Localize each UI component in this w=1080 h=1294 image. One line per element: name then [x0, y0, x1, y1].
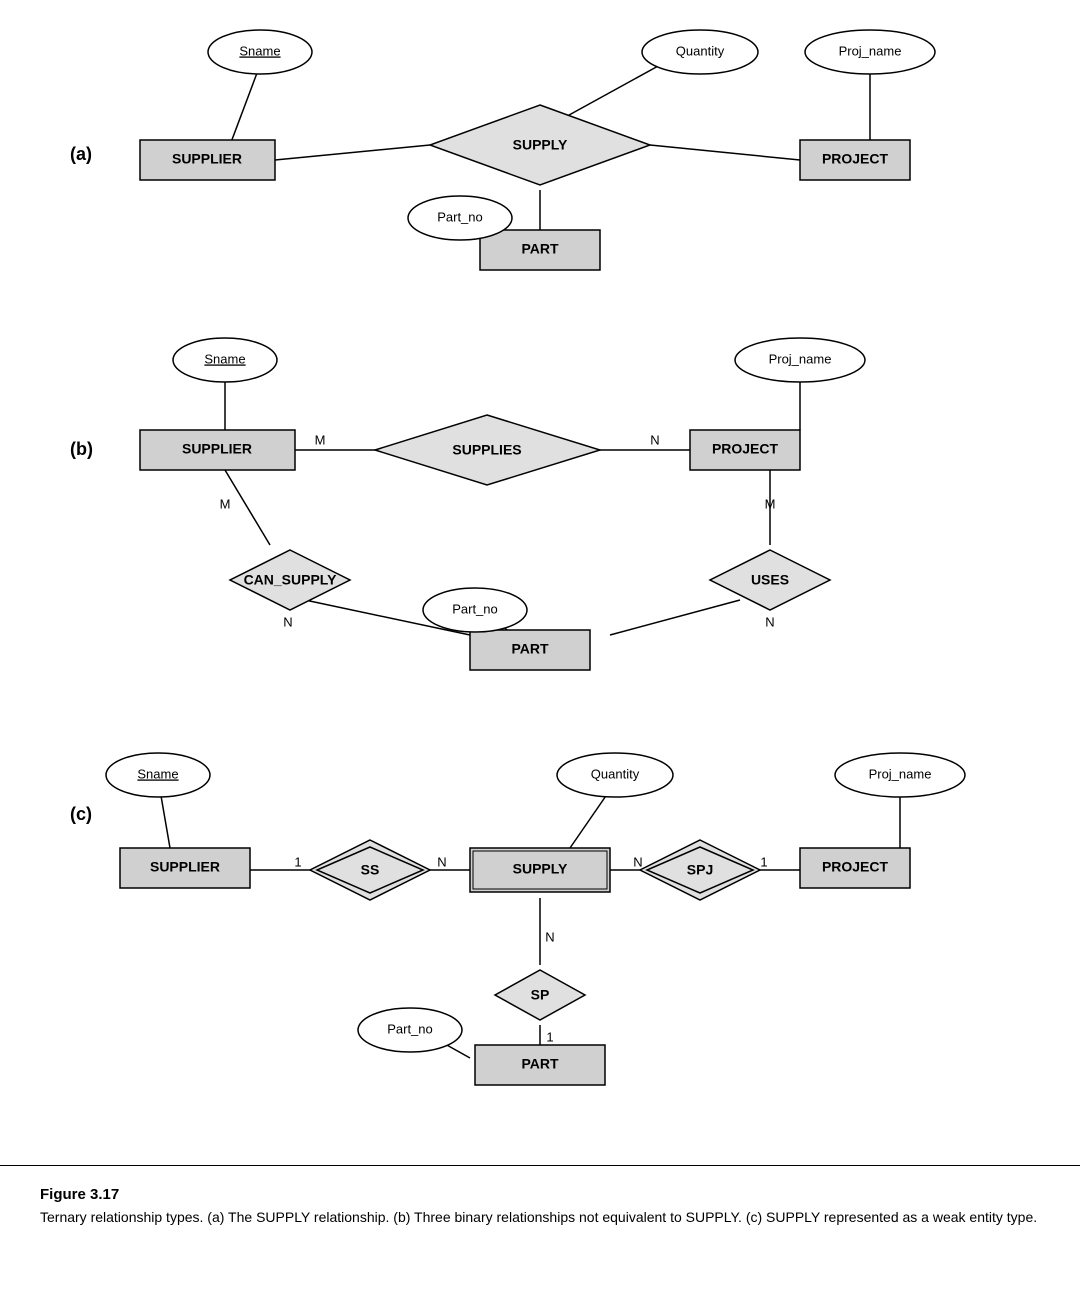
quantity-c-text: Quantity — [591, 766, 640, 781]
diagram-c: (c) SUPPLIER — [40, 730, 1040, 1105]
card-m2: M — [220, 496, 231, 511]
proj-name-c-text: Proj_name — [869, 766, 932, 781]
card-c-nb: N — [633, 854, 642, 869]
ss-text: SS — [361, 862, 380, 878]
card-c-nc: N — [545, 929, 554, 944]
card-c-1c: 1 — [546, 1029, 553, 1044]
sp-text: SP — [531, 987, 550, 1003]
project-c-text: PROJECT — [822, 859, 889, 875]
part-text: PART — [521, 241, 559, 257]
card-n1: N — [650, 432, 659, 447]
figure-title: Figure 3.17 — [40, 1186, 1040, 1203]
card-m3: M — [765, 496, 776, 511]
spj-text: SPJ — [687, 862, 713, 878]
card-n2: N — [283, 614, 292, 629]
supplier-c-text: SUPPLIER — [150, 859, 220, 875]
diagram-b: (b) SUPPLIER SUPPLIES — [40, 315, 1040, 700]
figure-description: Ternary relationship types. (a) The SUPP… — [40, 1207, 1040, 1228]
sname-b-text: Sname — [204, 351, 245, 366]
supplier-text: SUPPLIER — [172, 151, 242, 167]
label-a: (a) — [70, 144, 92, 164]
diagram-a: (a) SUPPLY SUPPLIER PRO — [40, 20, 1040, 285]
sname-c-text: Sname — [137, 766, 178, 781]
proj-name-b-text: Proj_name — [769, 351, 832, 366]
project-b-text: PROJECT — [712, 441, 779, 457]
card-n3: N — [765, 614, 774, 629]
part-b-text: PART — [511, 641, 549, 657]
supplier-b-text: SUPPLIER — [182, 441, 252, 457]
card-m1: M — [315, 432, 326, 447]
project-text: PROJECT — [822, 151, 889, 167]
supply-label: SUPPLY — [513, 137, 568, 153]
figure-caption: Figure 3.17 Ternary relationship types. … — [0, 1165, 1080, 1238]
part-no-b-text: Part_no — [452, 601, 498, 616]
supply-c-text: SUPPLY — [513, 861, 568, 877]
quantity-text: Quantity — [676, 43, 725, 58]
part-no-text: Part_no — [437, 209, 483, 224]
sname-text: Sname — [239, 43, 280, 58]
card-c-1b: 1 — [760, 854, 767, 869]
supplies-text: SUPPLIES — [452, 442, 521, 458]
part-no-c-text: Part_no — [387, 1021, 433, 1036]
uses-text: USES — [751, 572, 789, 588]
can-supply-text: CAN_SUPPLY — [244, 572, 338, 588]
label-c: (c) — [70, 804, 92, 824]
label-b: (b) — [70, 439, 93, 459]
part-c-text: PART — [521, 1056, 559, 1072]
card-c-1a: 1 — [294, 854, 301, 869]
proj-name-text: Proj_name — [839, 43, 902, 58]
card-c-na: N — [437, 854, 446, 869]
